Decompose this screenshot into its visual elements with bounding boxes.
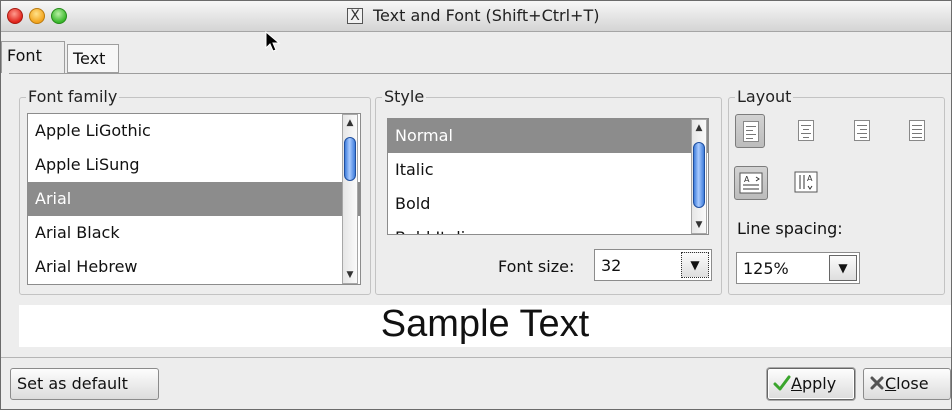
font-family-scrollbar[interactable]: ▲ ▼ [342, 114, 358, 284]
apply-button[interactable]: Apply [767, 368, 855, 400]
horizontal-text-button[interactable]: A [734, 166, 768, 200]
close-mnemonic: C [885, 374, 897, 393]
divider [1, 357, 951, 358]
vertical-text-icon: A [794, 171, 818, 193]
chevron-down-icon[interactable]: ▼ [829, 255, 857, 281]
sample-text: Sample Text [380, 303, 590, 345]
list-item[interactable]: Apple LiGothic [28, 114, 360, 148]
align-center-button[interactable] [791, 114, 821, 148]
close-x-icon [870, 376, 884, 390]
scroll-down-icon[interactable]: ▼ [692, 218, 706, 232]
style-scrollbar[interactable]: ▲ ▼ [691, 119, 707, 234]
tab-font[interactable]: Font [1, 41, 65, 73]
list-item[interactable]: Arial Black [28, 216, 360, 250]
scroll-up-icon[interactable]: ▲ [343, 116, 357, 130]
list-item[interactable]: Bold Italic [388, 221, 708, 234]
font-size-label: Font size: [498, 257, 575, 276]
font-size-combo[interactable]: 32 ▼ [594, 249, 712, 281]
align-right-icon [854, 120, 870, 141]
list-item[interactable]: Normal [388, 119, 708, 153]
align-left-button[interactable] [735, 114, 765, 148]
maximize-window-button[interactable] [51, 8, 67, 24]
align-right-button[interactable] [847, 114, 877, 148]
scroll-down-icon[interactable]: ▼ [343, 268, 357, 282]
window-title: Text and Font (Shift+Ctrl+T) [373, 6, 600, 25]
sample-preview: Sample Text [19, 303, 951, 347]
align-center-icon [798, 120, 814, 141]
layout-label: Layout [735, 87, 794, 106]
tab-text[interactable]: Text [67, 44, 119, 73]
style-label: Style [382, 87, 427, 106]
line-spacing-label: Line spacing: [737, 219, 843, 238]
svg-text:A: A [807, 174, 813, 183]
apply-label: pply [801, 374, 837, 393]
line-spacing-combo[interactable]: 125% ▼ [736, 252, 860, 284]
align-justify-icon [909, 120, 925, 141]
x11-icon: X [347, 8, 363, 24]
chevron-down-icon[interactable]: ▼ [681, 252, 709, 278]
svg-text:A: A [744, 175, 750, 184]
scroll-thumb[interactable] [693, 142, 705, 208]
apply-mnemonic: A [791, 374, 802, 393]
font-family-label: Font family [26, 87, 120, 106]
line-spacing-value[interactable]: 125% [743, 259, 789, 278]
horizontal-text-icon: A [739, 172, 763, 194]
minimize-window-button[interactable] [29, 8, 45, 24]
close-label: lose [896, 374, 929, 393]
scroll-up-icon[interactable]: ▲ [692, 121, 706, 135]
list-item[interactable]: Apple LiSung [28, 148, 360, 182]
close-button[interactable]: Close [863, 368, 951, 400]
set-as-default-button[interactable]: Set as default [10, 368, 159, 400]
list-item[interactable]: Arial [28, 182, 360, 216]
title-bar[interactable]: X Text and Font (Shift+Ctrl+T) [1, 1, 951, 32]
scroll-thumb[interactable] [344, 137, 356, 181]
mouse-pointer-icon [265, 31, 281, 52]
style-list[interactable]: Normal Italic Bold Bold Italic [387, 118, 709, 235]
checkmark-icon [773, 375, 791, 391]
text-and-font-dialog: X Text and Font (Shift+Ctrl+T) Font Text… [0, 0, 952, 410]
vertical-text-button[interactable]: A [790, 166, 824, 200]
align-justify-button[interactable] [902, 114, 932, 148]
list-item[interactable]: Italic [388, 153, 708, 187]
list-item[interactable]: Arial Hebrew [28, 250, 360, 284]
font-family-list[interactable]: Apple LiGothic Apple LiSung Arial Arial … [27, 113, 361, 285]
close-window-button[interactable] [7, 8, 23, 24]
align-left-icon [743, 121, 759, 142]
list-item[interactable]: Bold [388, 187, 708, 221]
font-size-value[interactable]: 32 [601, 256, 621, 275]
